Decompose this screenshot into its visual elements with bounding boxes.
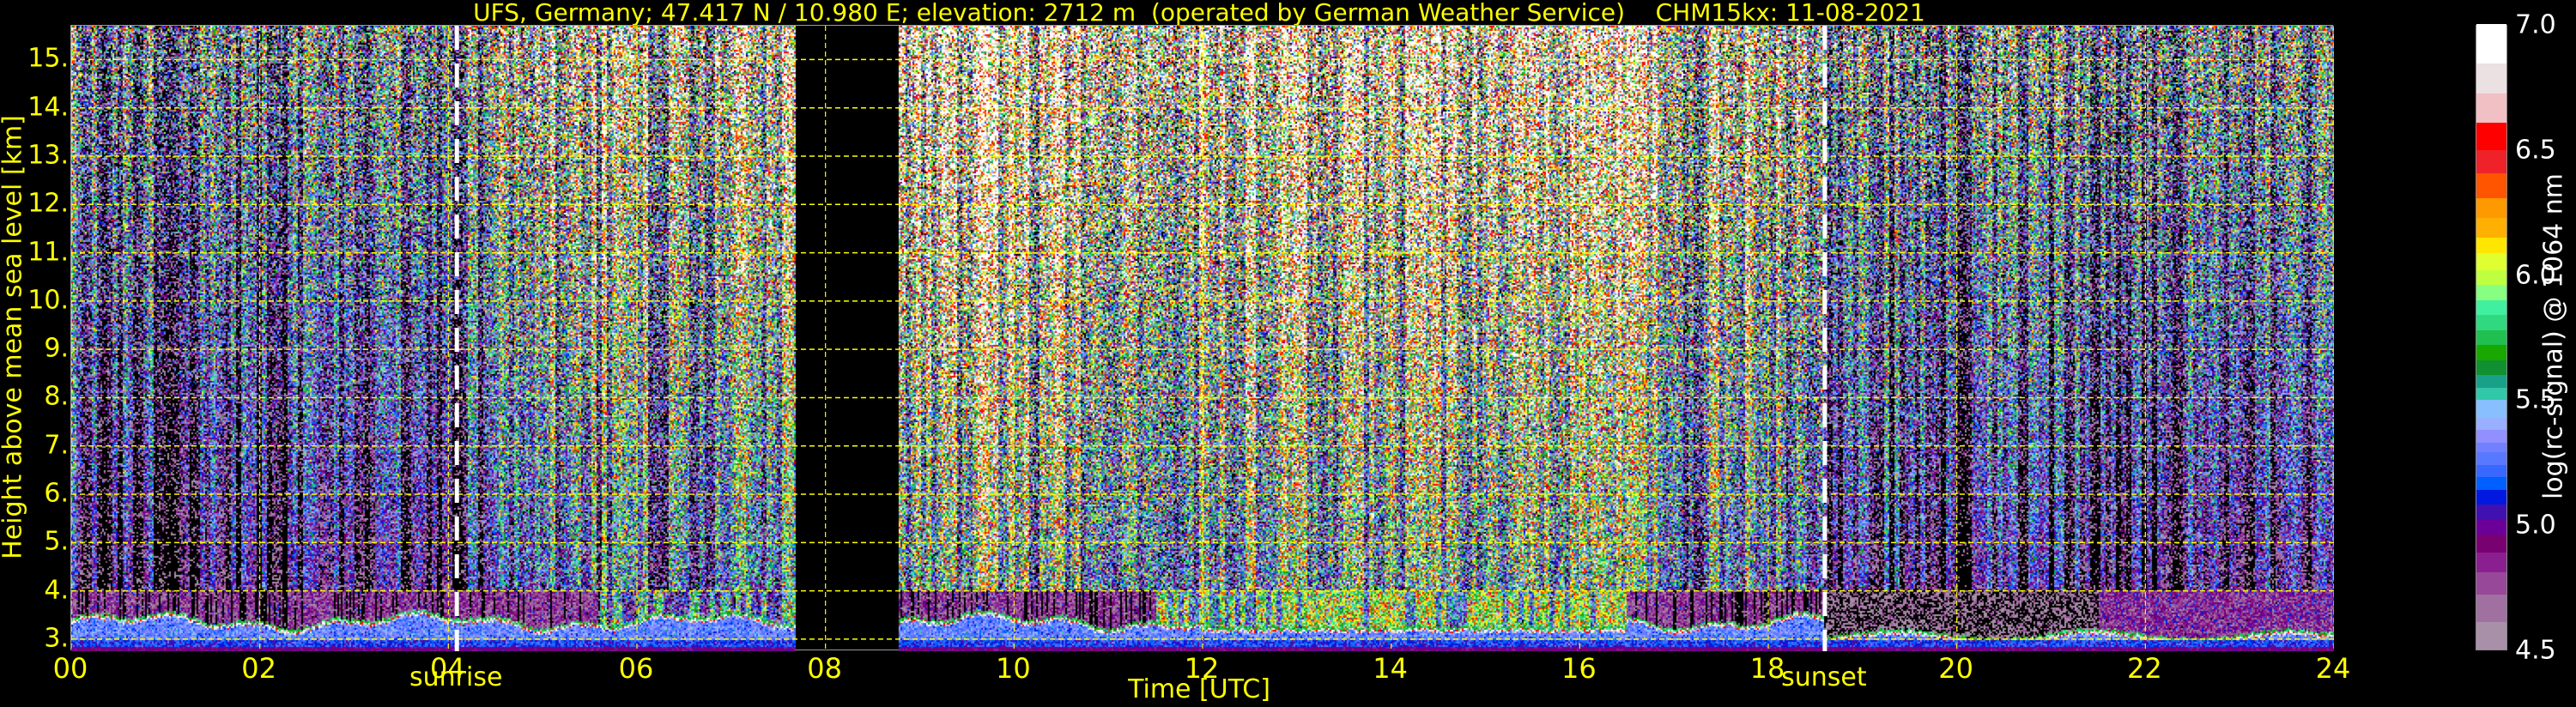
colorbar-segment bbox=[2476, 283, 2506, 300]
colorbar-segment bbox=[2476, 385, 2506, 401]
colorbar-segment bbox=[2476, 121, 2506, 151]
colorbar-segment bbox=[2476, 570, 2506, 595]
colorbar-tick-label: 7.0 bbox=[2515, 9, 2556, 40]
colorbar-segment bbox=[2476, 298, 2506, 316]
x-tick-label: 24 bbox=[2315, 652, 2351, 685]
colorbar-segment bbox=[2476, 196, 2506, 218]
sunrise-label: sunrise bbox=[409, 662, 503, 692]
colorbar-segment bbox=[2476, 372, 2506, 388]
colorbar-segment bbox=[2476, 592, 2506, 623]
y-tick-label: 14. bbox=[27, 92, 69, 123]
colorbar-tick-label: 5.0 bbox=[2515, 510, 2556, 541]
colorbar-segment bbox=[2476, 475, 2506, 490]
colorbar-segment bbox=[2476, 91, 2506, 124]
y-tick-label: 15. bbox=[27, 43, 69, 74]
y-tick-label: 13. bbox=[27, 140, 69, 171]
colorbar-segment bbox=[2476, 619, 2506, 650]
x-tick-label: 10 bbox=[995, 652, 1031, 685]
colorbar-tick-label: 6.5 bbox=[2515, 135, 2556, 166]
colorbar-segment bbox=[2476, 517, 2506, 535]
y-tick-label: 6. bbox=[44, 478, 69, 509]
y-axis-label: Height above mean sea level [km] bbox=[0, 115, 28, 559]
colorbar-segment bbox=[2476, 236, 2506, 253]
x-tick-label: 14 bbox=[1373, 652, 1409, 685]
y-tick-label: 10. bbox=[27, 285, 69, 316]
y-tick-label: 12. bbox=[27, 188, 69, 219]
x-tick-label: 02 bbox=[241, 652, 277, 685]
colorbar-segment bbox=[2476, 450, 2506, 465]
grid-overlay bbox=[71, 26, 2334, 651]
y-tick-label: 5. bbox=[44, 526, 69, 557]
y-tick-label: 9. bbox=[44, 333, 69, 364]
colorbar-segment bbox=[2476, 427, 2506, 443]
y-tick-label: 8. bbox=[44, 381, 69, 412]
x-axis-label: Time [UTC] bbox=[1128, 674, 1270, 704]
x-tick-label: 08 bbox=[807, 652, 843, 685]
y-tick-label: 3. bbox=[44, 623, 69, 654]
colorbar-segment bbox=[2476, 415, 2506, 431]
plot-area bbox=[70, 25, 2334, 651]
x-tick-label: 18 bbox=[1749, 652, 1785, 685]
colorbar-segment bbox=[2476, 171, 2506, 198]
colorbar-segment bbox=[2476, 358, 2506, 376]
colorbar-segment bbox=[2476, 328, 2506, 346]
colorbar-segment bbox=[2476, 268, 2506, 286]
x-tick-label: 20 bbox=[1938, 652, 1974, 685]
colorbar-segment bbox=[2476, 61, 2506, 94]
x-tick-label: 22 bbox=[2126, 652, 2162, 685]
colorbar-tick-label: 4.5 bbox=[2515, 635, 2556, 666]
x-tick-label: 16 bbox=[1561, 652, 1597, 685]
chart-title: UFS, Germany; 47.417 N / 10.980 E; eleva… bbox=[473, 0, 1925, 27]
colorbar bbox=[2476, 23, 2507, 650]
sunset-label: sunset bbox=[1781, 662, 1867, 692]
x-tick-label: 00 bbox=[52, 652, 88, 685]
y-tick-label: 4. bbox=[44, 575, 69, 606]
colorbar-segment bbox=[2476, 533, 2506, 553]
colorbar-segment bbox=[2476, 215, 2506, 239]
colorbar-segment bbox=[2476, 23, 2506, 63]
colorbar-segment bbox=[2476, 398, 2506, 418]
colorbar-segment bbox=[2476, 148, 2506, 173]
y-tick-label: 11. bbox=[27, 237, 69, 268]
colorbar-label: log(rc-signal) @ 1064 nm bbox=[2538, 172, 2569, 500]
y-tick-label: 7. bbox=[44, 430, 69, 461]
colorbar-segment bbox=[2476, 487, 2506, 505]
colorbar-segment bbox=[2476, 251, 2506, 270]
x-tick-label: 06 bbox=[618, 652, 654, 685]
colorbar-segment bbox=[2476, 462, 2506, 478]
colorbar-segment bbox=[2476, 550, 2506, 572]
colorbar-segment bbox=[2476, 503, 2506, 520]
colorbar-segment bbox=[2476, 343, 2506, 360]
colorbar-segment bbox=[2476, 313, 2506, 330]
